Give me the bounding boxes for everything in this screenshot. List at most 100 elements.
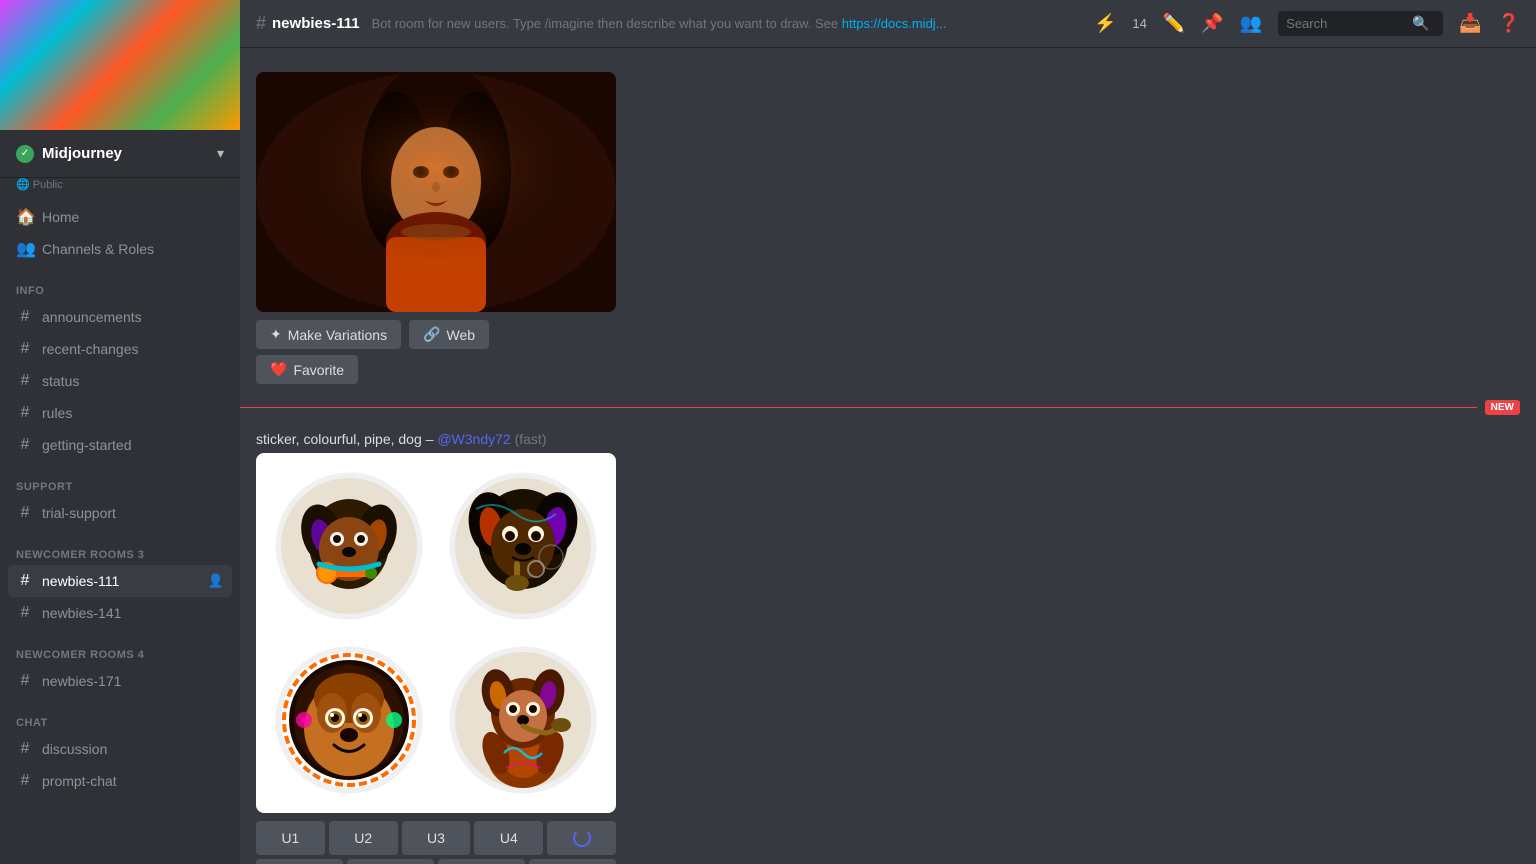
upscale-1-button[interactable]: U1 (256, 821, 325, 855)
sidebar-item-getting-started[interactable]: # getting-started (8, 429, 232, 461)
member-count: 14 (1132, 16, 1146, 31)
sidebar-item-newbies-171[interactable]: # newbies-171 (8, 665, 232, 697)
sidebar-item-channels-roles[interactable]: 👥 Channels & Roles (8, 233, 232, 265)
sticker-post: sticker, colourful, pipe, dog – @W3ndy72… (240, 423, 1536, 864)
image-post: ✦ Make Variations 🔗 Web ❤️ Favorite (240, 64, 1536, 392)
server-public-label: 🌐 Public (0, 178, 240, 197)
person-icon: 👤 (208, 573, 224, 589)
divider-line (240, 407, 1477, 408)
channel-hash: # (256, 13, 266, 34)
section-label-newcomer3: NEWCOMER ROOMS 3 (8, 549, 232, 561)
channels-roles-icon: 👥 (16, 239, 34, 259)
boost-icon[interactable]: ⚡ (1094, 13, 1116, 34)
channel-desc-link[interactable]: https://docs.midj... (842, 16, 947, 31)
topbar-icons: ⚡ 14 ✏️ 📌 👥 🔍 📥 ❓ (1094, 11, 1520, 36)
section-label-support: SUPPORT (8, 481, 232, 493)
hash-icon: # (16, 436, 34, 454)
heart-icon: ❤️ (270, 361, 287, 378)
new-divider: NEW (240, 400, 1536, 415)
sidebar-section-newcomer3: NEWCOMER ROOMS 3 # newbies-111 👤 # newbi… (0, 533, 240, 633)
hash-icon: # (16, 672, 34, 690)
action-buttons: ✦ Make Variations 🔗 Web (256, 320, 1520, 349)
hash-icon: # (16, 740, 34, 758)
sidebar-item-status[interactable]: # status (8, 365, 232, 397)
grid-buttons: U1 U2 U3 U4 V1 V2 V3 V4 (256, 821, 616, 864)
external-link-icon: 🔗 (423, 326, 440, 343)
topbar: # newbies-111 Bot room for new users. Ty… (240, 0, 1536, 48)
sidebar-item-rules[interactable]: # rules (8, 397, 232, 429)
variation-2-button[interactable]: V2 (347, 859, 434, 864)
search-icon: 🔍 (1412, 15, 1429, 32)
web-button[interactable]: 🔗 Web (409, 320, 489, 349)
upscale-3-button[interactable]: U3 (402, 821, 471, 855)
sidebar-item-newbies-111[interactable]: # newbies-111 👤 (8, 565, 232, 597)
variation-4-button[interactable]: V4 (529, 859, 616, 864)
variations-row: V1 V2 V3 V4 (256, 859, 616, 864)
server-dropdown-icon: ▾ (217, 145, 224, 162)
sidebar-item-announcements[interactable]: # announcements (8, 301, 232, 333)
help-icon[interactable]: ❓ (1498, 13, 1520, 34)
image-wrapper (256, 72, 616, 312)
edit-icon[interactable]: ✏️ (1163, 13, 1185, 34)
chat-area: ✦ Make Variations 🔗 Web ❤️ Favorite NEW (240, 48, 1536, 864)
sidebar-section-newcomer4: NEWCOMER ROOMS 4 # newbies-171 (0, 633, 240, 701)
sidebar-section-support: SUPPORT # trial-support (0, 465, 240, 533)
search-bar[interactable]: 🔍 (1278, 11, 1443, 36)
make-variations-button[interactable]: ✦ Make Variations (256, 320, 401, 349)
search-input[interactable] (1286, 16, 1406, 31)
server-header[interactable]: ✓ Midjourney ▾ (0, 130, 240, 178)
variation-3-button[interactable]: V3 (438, 859, 525, 864)
spinner-icon (573, 829, 591, 847)
members-icon[interactable]: 👥 (1240, 13, 1262, 34)
hash-icon: # (16, 372, 34, 390)
channel-header: # newbies-111 (256, 13, 360, 34)
sidebar-item-label: Home (42, 209, 224, 225)
sticker-cell-2 (438, 461, 608, 631)
main-content: # newbies-111 Bot room for new users. Ty… (240, 0, 1536, 864)
hash-icon: # (16, 404, 34, 422)
separator: – (426, 431, 438, 447)
sidebar-item-home[interactable]: 🏠 Home (8, 201, 232, 233)
sidebar-item-discussion[interactable]: # discussion (8, 733, 232, 765)
hash-icon: # (16, 340, 34, 358)
upscale-2-button[interactable]: U2 (329, 821, 398, 855)
section-label-newcomer4: NEWCOMER ROOMS 4 (8, 649, 232, 661)
refresh-button[interactable] (547, 821, 616, 855)
server-banner (0, 0, 240, 130)
sticker-cell-3 (264, 635, 434, 805)
home-icon: 🏠 (16, 207, 34, 227)
favorite-button[interactable]: ❤️ Favorite (256, 355, 358, 384)
sidebar-section-chat: CHAT # discussion # prompt-chat (0, 701, 240, 801)
upscale-4-button[interactable]: U4 (474, 821, 543, 855)
fantasy-portrait-image (256, 72, 616, 312)
pin-icon[interactable]: 📌 (1201, 13, 1223, 34)
section-label-chat: CHAT (8, 717, 232, 729)
portrait-background (256, 72, 616, 312)
sidebar-item-prompt-chat[interactable]: # prompt-chat (8, 765, 232, 797)
hash-icon: # (16, 772, 34, 790)
server-verified-icon: ✓ (16, 145, 34, 163)
member-count-value: 14 (1132, 16, 1146, 31)
section-label-info: INFO (8, 285, 232, 297)
hash-icon: # (16, 504, 34, 522)
portrait-svg (256, 72, 616, 312)
sidebar-item-newbies-141[interactable]: # newbies-141 (8, 597, 232, 629)
username[interactable]: @W3ndy72 (437, 431, 510, 447)
server-name: Midjourney (42, 145, 122, 162)
sidebar-item-recent-changes[interactable]: # recent-changes (8, 333, 232, 365)
prompt-line: sticker, colourful, pipe, dog – @W3ndy72… (256, 431, 1520, 447)
sticker-grid-image (256, 453, 616, 813)
variation-1-button[interactable]: V1 (256, 859, 343, 864)
sidebar-section-info: INFO # announcements # recent-changes # … (0, 269, 240, 465)
sidebar-item-label: Channels & Roles (42, 241, 224, 257)
upscale-row: U1 U2 U3 U4 (256, 821, 616, 855)
sparkle-icon: ✦ (270, 326, 282, 343)
sidebar: ✓ Midjourney ▾ 🌐 Public 🏠 Home 👥 Channel… (0, 0, 240, 864)
new-badge: NEW (1485, 400, 1520, 415)
sidebar-item-trial-support[interactable]: # trial-support (8, 497, 232, 529)
sticker-cell-1 (264, 461, 434, 631)
hash-icon: # (16, 308, 34, 326)
inbox-icon[interactable]: 📥 (1459, 13, 1481, 34)
speed-label: (fast) (515, 431, 547, 447)
channel-description: Bot room for new users. Type /imagine th… (372, 16, 1082, 31)
